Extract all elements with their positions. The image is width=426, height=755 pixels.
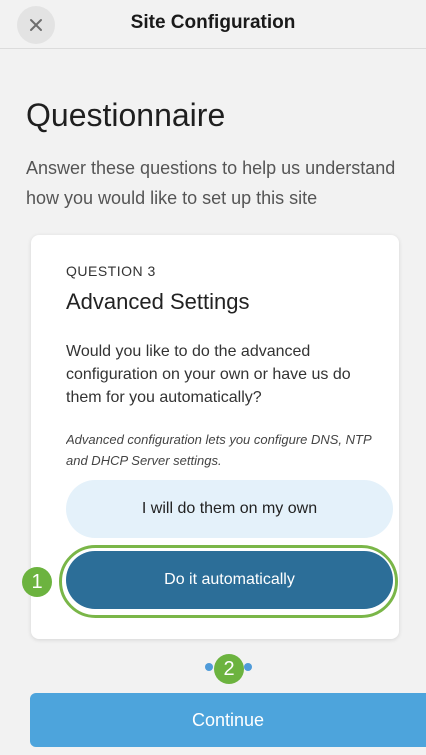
highlight-ring <box>59 545 398 618</box>
question-title: Advanced Settings <box>66 289 250 314</box>
page-indicator-dot <box>244 663 252 671</box>
callout-badge-1: 1 <box>22 567 52 597</box>
top-bar: Site Configuration <box>0 0 426 49</box>
question-note: Advanced configuration lets you configur… <box>66 432 372 468</box>
question-body: Would you like to do the advanced config… <box>66 343 351 406</box>
questionnaire-heading: Questionnaire <box>26 97 226 133</box>
page-indicator-dot <box>205 663 213 671</box>
page-title: Site Configuration <box>130 12 296 33</box>
question-number: QUESTION 3 <box>66 263 156 279</box>
questionnaire-subtitle: Answer these questions to help us unders… <box>26 158 396 208</box>
continue-button[interactable]: Continue <box>30 693 426 747</box>
callout-badge-2: 2 <box>214 654 244 684</box>
option-manual-button[interactable]: I will do them on my own <box>66 480 393 538</box>
